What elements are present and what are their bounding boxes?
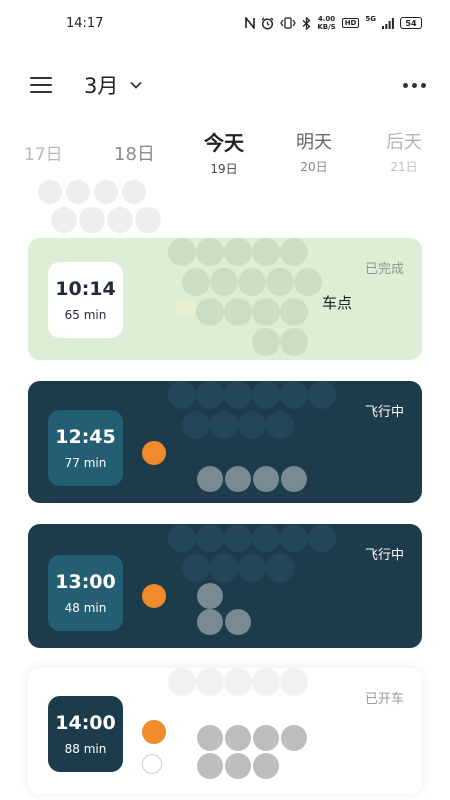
date-tab-after[interactable]: 后天 21日 <box>386 128 422 175</box>
alarm-icon <box>261 17 274 30</box>
obscured-overlay <box>168 668 308 779</box>
chevron-down-icon <box>130 81 143 89</box>
header: 3月 <box>0 60 450 110</box>
nfc-icon <box>245 17 256 29</box>
date-label: 17日 <box>24 145 63 165</box>
date-sub: 20日 <box>300 160 328 174</box>
net-speed-unit: KB/S <box>317 23 336 31</box>
date-sub: 19日 <box>210 162 238 176</box>
date-label: 明天 <box>296 132 332 153</box>
trip-duration: 77 min <box>64 456 107 470</box>
battery-icon: 54 <box>400 17 422 29</box>
trip-time-box: 14:00 88 min <box>48 696 123 772</box>
date-label: 18日 <box>114 144 155 165</box>
vibrate-icon <box>280 17 297 29</box>
date-tab-tomorrow[interactable]: 明天 20日 <box>296 128 332 175</box>
trip-card-in-flight[interactable]: 13:00 48 min 飞行中 <box>28 524 422 648</box>
trip-time-box: 10:14 65 min <box>48 262 123 338</box>
bluetooth-icon <box>302 16 311 30</box>
origin-dot-icon <box>142 441 166 465</box>
net-speed: 4.00 KB/S <box>317 15 335 31</box>
date-sub: 21日 <box>390 160 418 174</box>
origin-dot-icon <box>142 584 166 608</box>
trip-card-completed[interactable]: 10:14 65 min 车点 已完成 <box>28 238 422 360</box>
trip-duration: 48 min <box>64 601 107 615</box>
status-bar: 14:17 4.00 KB/S HD 5G 54 <box>0 0 450 46</box>
signal-icon <box>382 17 394 29</box>
month-label: 3月 <box>84 74 119 98</box>
trip-status: 飞行中 <box>364 548 404 563</box>
obscured-overlay <box>168 381 336 492</box>
hd-badge: HD <box>341 18 360 28</box>
trip-time-box: 13:00 48 min <box>48 555 123 631</box>
date-label: 今天 <box>204 131 244 155</box>
month-selector[interactable]: 3月 <box>84 70 143 100</box>
trip-time-box: 12:45 77 min <box>48 410 123 486</box>
obscured-overlay <box>168 524 336 635</box>
trip-time: 12:45 <box>55 426 116 448</box>
trip-status: 已开车 <box>364 692 404 707</box>
trip-destination: 车点 <box>322 294 353 312</box>
trip-card-in-flight[interactable]: 12:45 77 min 飞行中 <box>28 381 422 503</box>
trip-duration: 65 min <box>64 308 107 322</box>
date-tab-18[interactable]: 18日 <box>114 140 155 166</box>
date-tab-today[interactable]: 今天 19日 <box>204 127 244 177</box>
status-time: 14:17 <box>66 15 104 31</box>
battery-level: 54 <box>405 18 417 28</box>
status-icons: 4.00 KB/S HD 5G 54 <box>245 15 422 31</box>
date-tab-17[interactable]: 17日 <box>24 140 63 165</box>
trip-card-departed[interactable]: 14:00 88 min 已开车 <box>28 668 422 794</box>
trip-status: 已完成 <box>364 262 404 277</box>
date-strip: 17日 18日 今天 19日 明天 20日 后天 21日 <box>0 122 450 182</box>
obscured-overlay <box>38 180 161 233</box>
trip-time: 14:00 <box>55 712 116 734</box>
network-type: 5G <box>365 15 376 23</box>
more-icon[interactable] <box>403 82 426 88</box>
destination-ring-icon <box>142 754 162 774</box>
trip-time: 13:00 <box>55 571 116 593</box>
trip-status: 飞行中 <box>364 405 404 420</box>
trip-time: 10:14 <box>55 278 116 300</box>
net-speed-value: 4.00 <box>317 15 336 23</box>
date-label: 后天 <box>386 132 422 153</box>
menu-icon[interactable] <box>30 77 52 93</box>
origin-dot-icon <box>142 720 166 744</box>
trip-duration: 88 min <box>64 742 107 756</box>
